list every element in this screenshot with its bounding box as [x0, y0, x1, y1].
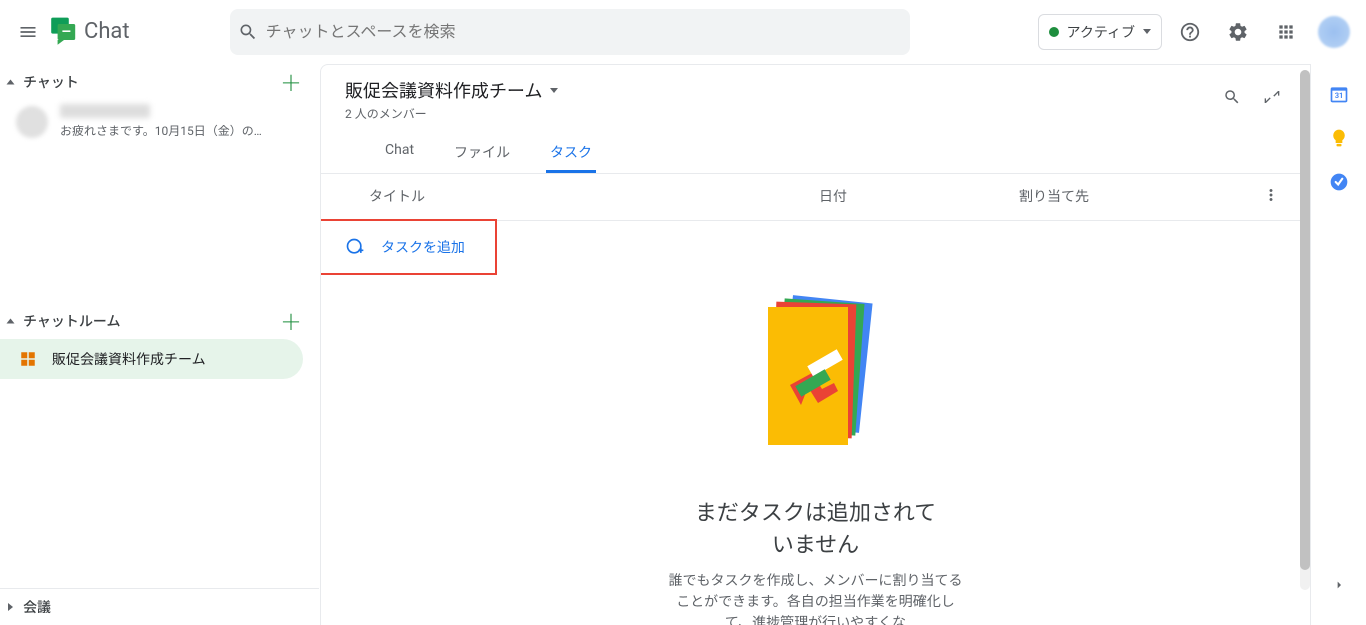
- keep-icon[interactable]: [1329, 128, 1349, 148]
- status-dot-icon: [1049, 27, 1059, 37]
- sidebar-meetings-label: 会議: [23, 597, 51, 617]
- room-caret-icon[interactable]: [550, 88, 558, 93]
- chat-avatar: [16, 106, 48, 138]
- sidebar-rooms-label: チャットルーム: [23, 311, 120, 331]
- col-more-icon[interactable]: [1262, 186, 1286, 208]
- menu-icon[interactable]: [8, 12, 48, 52]
- tasks-icon[interactable]: [1329, 172, 1349, 192]
- room-title: 販促会議資料作成チーム: [345, 77, 542, 103]
- search-bar[interactable]: [230, 9, 910, 55]
- calendar-icon[interactable]: 31: [1329, 84, 1349, 104]
- chat-preview: お疲れさまです。10月15日（金）の…: [60, 122, 303, 139]
- search-input[interactable]: [266, 22, 902, 41]
- task-columns-header: タイトル 日付 割り当て先: [321, 173, 1310, 221]
- empty-state: まだタスクは追加されていません 誰でもタスクを作成し、メンバーに割り当てることが…: [321, 275, 1310, 625]
- scrollbar[interactable]: [1300, 70, 1310, 590]
- add-task-icon: [345, 237, 365, 257]
- room-subtitle: 2 人のメンバー: [345, 105, 1286, 122]
- header-right: アクティブ: [1038, 12, 1358, 52]
- add-task-button[interactable]: タスクを追加: [320, 219, 497, 275]
- collapse-arrow-icon: [7, 319, 15, 324]
- search-in-room-icon[interactable]: [1218, 83, 1246, 111]
- tab-chat[interactable]: Chat: [381, 134, 418, 173]
- sidebar: チャット ＋ お疲れさまです。10月15日（金）の… チャットルーム ＋: [0, 64, 320, 625]
- help-icon[interactable]: [1170, 12, 1210, 52]
- chat-name-redacted: [60, 104, 150, 118]
- status-selector[interactable]: アクティブ: [1038, 14, 1162, 50]
- room-item-label: 販促会議資料作成チーム: [52, 349, 206, 369]
- scrollbar-thumb[interactable]: [1300, 70, 1310, 570]
- collapse-fullscreen-icon[interactable]: [1258, 83, 1286, 111]
- empty-description: 誰でもタスクを作成し、メンバーに割り当てることができます。各自の担当作業を明確化…: [666, 571, 966, 625]
- expand-arrow-icon: [8, 603, 13, 611]
- chat-item[interactable]: お疲れさまです。10月15日（金）の…: [0, 100, 319, 143]
- tab-tasks[interactable]: タスク: [546, 134, 596, 173]
- tab-files[interactable]: ファイル: [450, 134, 514, 173]
- status-label: アクティブ: [1067, 22, 1135, 42]
- col-date: 日付: [819, 186, 1019, 208]
- empty-state-illustration: [746, 295, 886, 475]
- header: Chat アクティブ: [0, 0, 1366, 64]
- sidebar-section-chat[interactable]: チャット ＋: [0, 64, 319, 100]
- sidebar-section-meetings[interactable]: 会議: [0, 589, 319, 625]
- add-task-label: タスクを追加: [381, 237, 465, 257]
- logo[interactable]: Chat: [48, 16, 130, 48]
- main-content: 販促会議資料作成チーム 2 人のメンバー Chat ファイル タスク: [320, 64, 1310, 625]
- empty-title: まだタスクは追加されていません: [686, 495, 946, 559]
- sidebar-chat-label: チャット: [23, 72, 79, 92]
- chat-logo-icon: [48, 16, 80, 48]
- caret-down-icon: [1143, 29, 1151, 34]
- room-header: 販促会議資料作成チーム 2 人のメンバー Chat ファイル タスク: [321, 65, 1310, 173]
- apps-icon[interactable]: [1266, 12, 1306, 52]
- sidebar-section-rooms[interactable]: チャットルーム ＋: [0, 303, 319, 339]
- tabs: Chat ファイル タスク: [381, 134, 1286, 173]
- user-avatar[interactable]: [1318, 16, 1350, 48]
- add-chat-icon[interactable]: ＋: [279, 70, 303, 94]
- room-icon: [16, 347, 40, 371]
- svg-text:31: 31: [1334, 91, 1343, 100]
- col-assignee: 割り当て先: [1019, 186, 1262, 208]
- room-item-active[interactable]: 販促会議資料作成チーム: [0, 339, 303, 379]
- panel-expand-icon[interactable]: [1319, 565, 1359, 605]
- add-room-icon[interactable]: ＋: [279, 309, 303, 333]
- settings-icon[interactable]: [1218, 12, 1258, 52]
- col-title: タイトル: [369, 186, 819, 208]
- logo-text: Chat: [84, 19, 130, 44]
- side-panel: 31: [1310, 64, 1366, 625]
- search-icon: [238, 22, 258, 42]
- collapse-arrow-icon: [7, 80, 15, 85]
